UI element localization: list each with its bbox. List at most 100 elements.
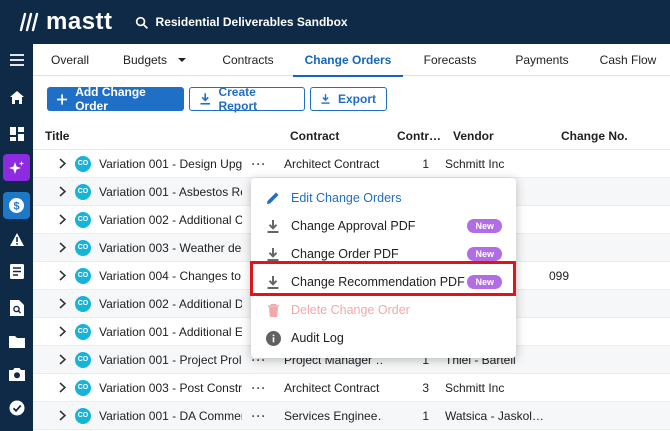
logo-text: mastt [46, 8, 113, 35]
header-contract[interactable]: Contract [290, 129, 397, 143]
expand-chevron-icon[interactable] [51, 298, 73, 309]
download-icon [267, 247, 279, 261]
table-row[interactable]: CO Variation 003 - Post Construction··· Ar… [33, 374, 670, 402]
expand-chevron-icon[interactable] [51, 354, 73, 365]
sidebar-item-photos[interactable] [3, 360, 30, 387]
expand-chevron-icon[interactable] [51, 186, 73, 197]
header-title[interactable]: Title [33, 129, 290, 143]
menu-item-edit-change-orders[interactable]: Edit Change Orders [251, 184, 516, 212]
add-change-order-button[interactable]: Add Change Order [47, 85, 184, 113]
row-actions-menu: Edit Change Orders Change Approval PDF N… [251, 178, 516, 358]
home-icon [9, 91, 24, 104]
new-badge: New [467, 247, 502, 261]
sparkle-icon [8, 160, 24, 174]
top-bar: mastt Residential Deliverables Sandbox [0, 0, 670, 44]
row-title[interactable]: Variation 004 - Changes to Site [99, 269, 242, 283]
row-title[interactable]: Variation 003 - Weather delay [99, 241, 242, 255]
change-order-badge: CO [75, 295, 91, 312]
download-icon [200, 93, 210, 105]
tab-contracts[interactable]: Contracts [203, 44, 293, 76]
expand-chevron-icon[interactable] [51, 410, 73, 421]
report-icon [9, 264, 24, 279]
change-order-badge: CO [75, 407, 91, 424]
row-title[interactable]: Variation 003 - Post Construction [99, 381, 242, 395]
sidebar-item-dashboard[interactable] [3, 120, 30, 147]
sidebar: $ [0, 44, 33, 431]
sidebar-item-finance[interactable]: $ [3, 192, 30, 219]
sidebar-item-risks[interactable] [3, 226, 30, 253]
expand-chevron-icon[interactable] [51, 214, 73, 225]
header-change-no[interactable]: Change No. [561, 129, 651, 143]
trash-icon [267, 303, 279, 317]
folder-icon [8, 336, 25, 348]
caret-down-icon [178, 58, 187, 62]
sidebar-item-reports[interactable] [3, 258, 30, 285]
menu-item-change-recommendation-pdf[interactable]: Change Recommendation PDF New [251, 268, 516, 296]
header-vendor[interactable]: Vendor [453, 129, 561, 143]
change-order-badge: CO [75, 351, 91, 368]
tab-budgets[interactable]: Budgets [107, 44, 203, 76]
row-title[interactable]: Variation 001 - Project Prolongation [99, 353, 242, 367]
camera-icon [8, 367, 25, 381]
change-order-badge: CO [75, 323, 91, 340]
create-report-button[interactable]: Create Report [189, 85, 305, 113]
row-title[interactable]: Variation 001 - Additional Excavation [99, 325, 242, 339]
export-button[interactable]: Export [310, 87, 387, 111]
dashboard-icon [9, 126, 24, 141]
expand-chevron-icon[interactable] [51, 242, 73, 253]
expand-chevron-icon[interactable] [51, 270, 73, 281]
row-title[interactable]: Variation 001 - DA Commentary [99, 409, 242, 423]
menu-item-change-order-pdf[interactable]: Change Order PDF New [251, 240, 516, 268]
row-vendor: Watsica - Jaskol… [445, 408, 544, 423]
more-actions-icon[interactable]: ··· [242, 157, 276, 171]
tab-payments[interactable]: Payments [497, 44, 587, 76]
change-order-badge: CO [75, 239, 91, 256]
menu-item-change-approval-pdf[interactable]: Change Approval PDF New [251, 212, 516, 240]
row-title[interactable]: Variation 001 - Asbestos Removal [99, 185, 242, 199]
logo-mark-icon [19, 12, 39, 32]
sidebar-item-home[interactable] [3, 84, 30, 111]
hamburger-icon [9, 53, 24, 66]
tab-forecasts[interactable]: Forecasts [403, 44, 497, 76]
change-order-badge: CO [75, 211, 91, 228]
sidebar-item-tasks[interactable] [3, 394, 30, 421]
change-order-badge: CO [75, 379, 91, 396]
sidebar-menu-button[interactable] [3, 46, 30, 73]
project-selector[interactable]: Residential Deliverables Sandbox [135, 15, 348, 29]
project-name: Residential Deliverables Sandbox [155, 15, 348, 29]
search-icon [135, 16, 148, 29]
tab-change-orders[interactable]: Change Orders [293, 44, 403, 77]
expand-chevron-icon[interactable] [51, 382, 73, 393]
sidebar-item-ai[interactable] [3, 154, 30, 181]
row-title[interactable]: Variation 002 - Additional Design [99, 297, 242, 311]
more-actions-icon[interactable]: ··· [242, 381, 276, 395]
new-badge: New [467, 219, 502, 233]
sidebar-item-folders[interactable] [3, 328, 30, 355]
logo[interactable]: mastt [18, 8, 113, 36]
plus-icon [57, 93, 68, 105]
menu-item-audit-log[interactable]: Audit Log [251, 324, 516, 352]
sidebar-item-documents[interactable] [3, 294, 30, 321]
dollar-icon: $ [9, 198, 24, 213]
new-badge: New [467, 275, 502, 289]
row-title[interactable]: Variation 001 - Design Upgrade [99, 157, 242, 171]
table-row[interactable]: CO Variation 001 - Design Upgrade··· Archi… [33, 150, 670, 178]
expand-chevron-icon[interactable] [51, 158, 73, 169]
row-title[interactable]: Variation 002 - Additional Concrete [99, 213, 242, 227]
row-change-no: 099 [549, 268, 570, 283]
download-icon [321, 94, 330, 104]
expand-chevron-icon[interactable] [51, 326, 73, 337]
row-contract-number: 3 [422, 380, 429, 395]
tab-cash-flow[interactable]: Cash Flow [587, 44, 669, 76]
tab-overall[interactable]: Overall [33, 44, 107, 76]
row-contract: Services Enginee… [284, 408, 383, 423]
more-actions-icon[interactable]: ··· [242, 409, 276, 423]
svg-text:$: $ [13, 201, 19, 213]
info-icon [265, 330, 281, 346]
row-vendor: Schmitt Inc [445, 380, 505, 395]
row-contract: Architect Contract [284, 156, 380, 171]
warning-icon [9, 233, 24, 246]
row-vendor: Schmitt Inc [445, 156, 505, 171]
table-row[interactable]: CO Variation 001 - DA Commentary··· Servic… [33, 402, 670, 430]
header-contract-number[interactable]: Contr… [397, 129, 453, 143]
